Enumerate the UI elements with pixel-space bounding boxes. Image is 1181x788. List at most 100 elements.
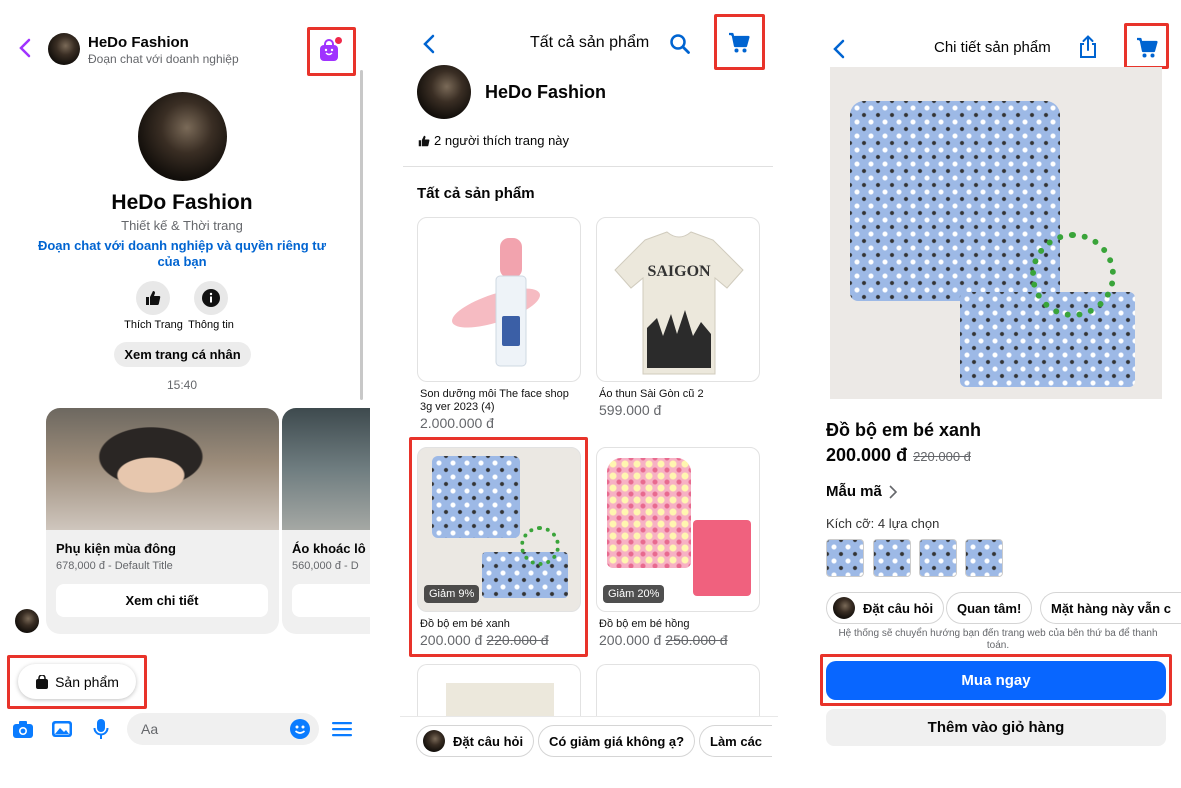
- highlight-box: [307, 27, 356, 76]
- tshirt-illustration: SAIGON: [614, 231, 744, 375]
- suggestion-chip[interactable]: Đặt câu hỏi: [416, 725, 535, 757]
- share-icon: [1080, 35, 1096, 58]
- search-icon: [670, 34, 690, 54]
- highlight-box: [714, 14, 765, 70]
- shop-avatar: [417, 65, 471, 119]
- highlight-box: [820, 654, 1172, 706]
- privacy-link[interactable]: Đoạn chat với doanh nghiệp và quyền riên…: [32, 238, 332, 270]
- sender-avatar: [15, 609, 39, 633]
- view-details-button[interactable]: Xem chi tiết: [56, 584, 268, 617]
- like-page-button[interactable]: [136, 281, 170, 315]
- scrollbar[interactable]: [360, 70, 363, 400]
- microphone-button[interactable]: [88, 716, 114, 742]
- thumbs-up-icon: [146, 291, 161, 305]
- product-old-price: 220.000 đ: [913, 449, 971, 464]
- product-card-image: [46, 408, 279, 530]
- hamburger-menu-icon: [332, 722, 352, 737]
- camera-icon: [13, 721, 33, 738]
- size-label: Kích cỡ: 4 lựa chọn: [826, 516, 940, 531]
- suggestion-chip[interactable]: Đặt câu hỏi: [826, 592, 945, 624]
- share-button[interactable]: [1076, 34, 1100, 60]
- suggestion-chip-label: Đặt câu hỏi: [863, 600, 934, 616]
- product-price: 599.000 đ: [599, 402, 662, 418]
- divider: [403, 166, 773, 167]
- shirt-print-text: SAIGON: [647, 263, 711, 280]
- product-price: 200.000 đ 250.000 đ: [596, 632, 760, 648]
- add-to-cart-button[interactable]: Thêm vào giỏ hàng: [826, 709, 1166, 746]
- info-button[interactable]: [194, 281, 228, 315]
- view-profile-button[interactable]: Xem trang cá nhân: [114, 342, 251, 367]
- message-time: 15:40: [166, 378, 198, 392]
- profile-avatar: [138, 92, 227, 181]
- product-tile[interactable]: Son dưỡng môi The face shop 3g ver 2023 …: [417, 217, 581, 431]
- product-price-value: 200.000 đ: [599, 632, 662, 648]
- emoji-icon[interactable]: [290, 719, 310, 739]
- business-avatar[interactable]: [48, 33, 80, 65]
- thumbs-up-icon: [418, 135, 430, 146]
- message-input[interactable]: Aa: [127, 713, 319, 745]
- product-image: SAIGON: [596, 217, 760, 382]
- variant-thumbnail[interactable]: [826, 539, 864, 577]
- product-card-subtitle: 678,000 đ - Default Title: [56, 560, 173, 572]
- product-tile[interactable]: [417, 664, 581, 724]
- info-icon: [202, 289, 220, 307]
- shop-name: HeDo Fashion: [485, 82, 607, 102]
- catalog-panel: Tất cả sản phẩm HeDo Fashion 2 người thí…: [400, 0, 778, 788]
- product-card-image: [282, 408, 370, 530]
- product-image: [417, 217, 581, 382]
- shop-avatar: [423, 730, 445, 752]
- product-old-price: 250.000 đ: [665, 632, 728, 648]
- suggestion-chip-label: Đặt câu hỏi: [453, 733, 524, 749]
- gallery-button[interactable]: [49, 716, 75, 742]
- product-tile[interactable]: SAIGON Áo thun Sài Gòn cũ 2 599.000 đ: [596, 217, 760, 418]
- variant-thumbnail[interactable]: [919, 539, 957, 577]
- highlight-box: [409, 437, 588, 657]
- likes-count: 2 người thích trang này: [434, 133, 570, 148]
- image-icon: [52, 721, 72, 737]
- shop-avatar: [833, 597, 855, 619]
- variants-label: Mẫu mã: [826, 483, 882, 500]
- product-card[interactable]: Phụ kiện mùa đông 678,000 đ - Default Ti…: [46, 408, 279, 634]
- profile-category: Thiết kế & Thời trang: [121, 218, 243, 233]
- product-card-title: Áo khoác lô: [292, 541, 366, 556]
- variant-thumbnail[interactable]: [965, 539, 1003, 577]
- product-card-title: Phụ kiện mùa đông: [56, 541, 176, 556]
- profile-name: HeDo Fashion: [111, 191, 253, 214]
- variant-thumbnail[interactable]: [873, 539, 911, 577]
- back-icon[interactable]: [828, 37, 850, 61]
- chevron-right-icon: [889, 484, 897, 499]
- view-details-button[interactable]: X: [292, 584, 370, 617]
- microphone-icon: [93, 719, 109, 739]
- back-icon[interactable]: [418, 32, 440, 56]
- highlight-box: [7, 655, 147, 709]
- section-title: Tất cả sản phẩm: [417, 185, 535, 202]
- suggestion-chip[interactable]: Có giảm giá không ạ?: [538, 725, 696, 757]
- product-tile[interactable]: [596, 664, 760, 724]
- product-image: Giảm 20%: [596, 447, 760, 612]
- product-name: Áo thun Sài Gòn cũ 2: [599, 388, 704, 400]
- suggestion-chip[interactable]: Quan tâm!: [946, 592, 1033, 624]
- product-name: Đồ bộ em bé hồng: [599, 618, 690, 630]
- discount-badge: Giảm 20%: [603, 585, 665, 603]
- product-price: 200.000 đ: [826, 445, 908, 465]
- product-card[interactable]: Áo khoác lô 560,000 đ - D X: [282, 408, 370, 634]
- product-price: 2.000.000 đ: [420, 415, 494, 431]
- suggestion-chip[interactable]: Làm các: [699, 725, 773, 757]
- catalog-title: Tất cả sản phẩm: [530, 34, 650, 51]
- detail-title: Chi tiết sản phẩm: [934, 39, 1051, 56]
- search-button[interactable]: [668, 32, 692, 56]
- chat-business-name: HeDo Fashion: [88, 34, 189, 51]
- camera-button[interactable]: [10, 716, 36, 742]
- likes-row: 2 người thích trang này: [418, 133, 569, 148]
- product-main-image: [830, 67, 1162, 399]
- chat-panel: HeDo Fashion Đoạn chat với doanh nghiệp …: [0, 0, 370, 788]
- info-label: Thông tin: [188, 319, 234, 331]
- product-name: Son dưỡng môi The face shop 3g ver 2023 …: [420, 388, 569, 413]
- menu-button[interactable]: [331, 718, 353, 740]
- suggestion-chip[interactable]: Mặt hàng này vẫn c: [1040, 592, 1181, 624]
- back-icon[interactable]: [14, 36, 36, 60]
- variants-link[interactable]: Mẫu mã: [826, 483, 898, 500]
- product-price-row: 200.000 đ 220.000 đ: [826, 445, 971, 466]
- product-tile[interactable]: Giảm 20% Đồ bộ em bé hồng 200.000 đ 250.0…: [596, 447, 760, 648]
- chat-subtitle: Đoạn chat với doanh nghiệp: [88, 52, 239, 66]
